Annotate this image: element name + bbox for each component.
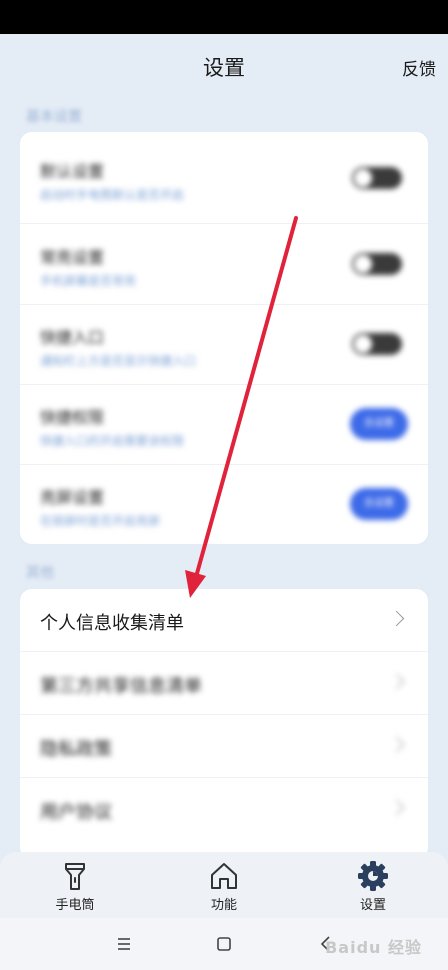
setting-subtitle: 在锁屏时是否开启亮屏 bbox=[40, 514, 161, 528]
gear-icon bbox=[358, 861, 388, 891]
lock-screen-settings-button[interactable]: 去设置 bbox=[350, 488, 408, 520]
setting-title: 快捷入口 bbox=[40, 328, 105, 347]
setting-row-shortcut-permission: 快捷权限 快捷入口的开启需要该权限 去设置 bbox=[20, 384, 428, 464]
status-bar bbox=[0, 0, 448, 34]
chevron-right-icon bbox=[388, 799, 405, 816]
link-row-user-agreement[interactable]: 用户协议 bbox=[20, 778, 428, 840]
setting-row-shortcut: 快捷入口 通知栏上方是否显示快捷入口 bbox=[20, 304, 428, 384]
tab-settings[interactable]: 设置 bbox=[318, 852, 428, 918]
setting-subtitle: 通知栏上方是否显示快捷入口 bbox=[40, 354, 197, 368]
setting-row-screen-on: 常亮设置 手机屏幕是否常亮 bbox=[20, 224, 428, 304]
bottom-tab-bar: 手电筒 功能 设置 bbox=[0, 852, 448, 918]
screen-on-toggle[interactable] bbox=[352, 253, 402, 275]
link-label: 隐私政策 bbox=[40, 739, 112, 760]
section-label-basic: 基本设置 bbox=[26, 109, 82, 125]
home-icon bbox=[211, 863, 237, 889]
chevron-right-icon bbox=[388, 673, 405, 690]
tab-label: 设置 bbox=[359, 898, 386, 913]
setting-title: 常亮设置 bbox=[40, 248, 105, 267]
setting-title: 默认设置 bbox=[40, 162, 105, 181]
watermark: Baidu 经验 bbox=[325, 938, 422, 957]
page-title: 设置 bbox=[203, 56, 245, 80]
link-label: 个人信息收集清单 bbox=[40, 613, 184, 634]
default-toggle[interactable] bbox=[352, 167, 402, 189]
other-card: 个人信息收集清单 第三方共享信息清单 隐私政策 用户协议 bbox=[20, 589, 428, 859]
tab-label: 功能 bbox=[210, 898, 237, 913]
tab-label: 手电筒 bbox=[55, 898, 95, 913]
setting-row-lock-screen: 亮屏设置 在锁屏时是否开启亮屏 去设置 bbox=[20, 464, 428, 544]
shortcut-toggle[interactable] bbox=[352, 333, 402, 355]
setting-title: 亮屏设置 bbox=[40, 488, 105, 507]
setting-row-default: 默认设置 启动时手电筒默认是否开启 bbox=[20, 138, 428, 218]
chevron-right-icon bbox=[388, 736, 405, 753]
setting-title: 快捷权限 bbox=[40, 408, 105, 427]
link-label: 用户协议 bbox=[40, 802, 112, 823]
link-row-privacy[interactable]: 隐私政策 bbox=[20, 715, 428, 777]
chevron-right-icon bbox=[388, 610, 405, 627]
feedback-button[interactable]: 反馈 bbox=[402, 55, 436, 80]
link-row-third-party[interactable]: 第三方共享信息清单 bbox=[20, 652, 428, 714]
tab-flashlight[interactable]: 手电筒 bbox=[20, 852, 130, 918]
header: 设置 反馈 bbox=[0, 34, 448, 98]
tab-function[interactable]: 功能 bbox=[169, 852, 279, 918]
system-nav-bar: Baidu 经验 bbox=[0, 918, 448, 970]
link-row-personal-info[interactable]: 个人信息收集清单 bbox=[20, 589, 428, 651]
setting-subtitle: 手机屏幕是否常亮 bbox=[40, 274, 137, 288]
flashlight-icon bbox=[65, 863, 85, 890]
setting-subtitle: 快捷入口的开启需要该权限 bbox=[40, 434, 185, 448]
setting-subtitle: 启动时手电筒默认是否开启 bbox=[40, 188, 185, 202]
menu-icon[interactable] bbox=[112, 932, 136, 956]
link-label: 第三方共享信息清单 bbox=[40, 676, 202, 697]
permission-settings-button[interactable]: 去设置 bbox=[350, 408, 408, 440]
home-square-icon[interactable] bbox=[212, 932, 236, 956]
basic-settings-card: 默认设置 启动时手电筒默认是否开启 常亮设置 手机屏幕是否常亮 快捷入口 通知栏… bbox=[20, 132, 428, 544]
section-label-other: 其他 bbox=[26, 565, 54, 581]
